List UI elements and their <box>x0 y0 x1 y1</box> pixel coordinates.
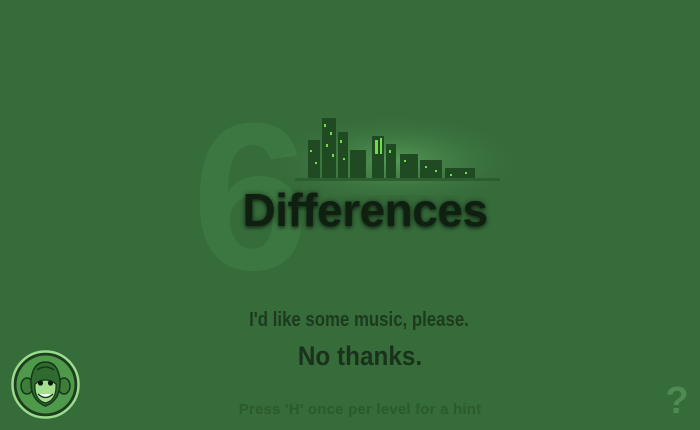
help-button[interactable]: ? <box>660 381 694 421</box>
question-mark-icon: ? <box>665 380 689 422</box>
game-title: Differences <box>242 184 488 236</box>
monkey-logo-icon[interactable] <box>11 350 80 419</box>
music-on-button[interactable]: I'd like some music, please. <box>225 309 492 332</box>
hint-text: Press 'H' once per level for a hint <box>238 401 482 418</box>
game-screen: 6 Differences I'd like some music, pleas… <box>0 0 700 430</box>
music-off-button[interactable]: No thanks. <box>234 341 486 372</box>
